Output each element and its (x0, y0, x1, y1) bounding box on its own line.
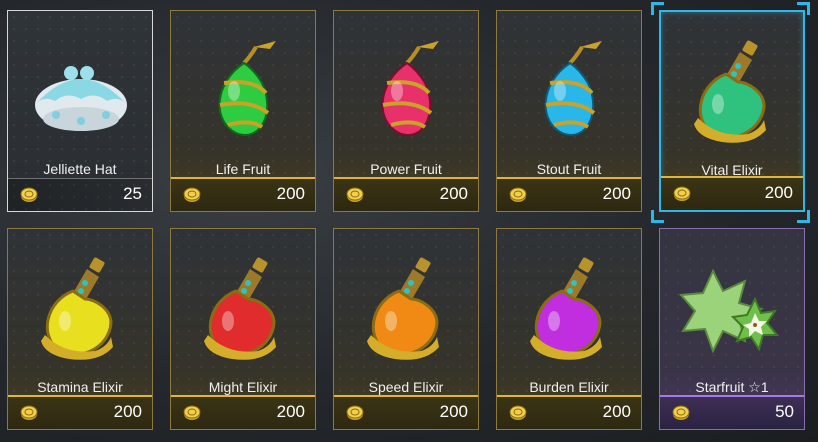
gold-coin-icon (346, 187, 364, 202)
item-price: 200 (276, 402, 305, 421)
gold-coin-icon (509, 405, 527, 420)
vital-elixir-icon (694, 40, 766, 143)
speed-elixir-icon (367, 257, 439, 360)
item-price-bar: 200 (171, 395, 315, 429)
item-name: Power Fruit (370, 161, 442, 177)
item-name: Life Fruit (215, 161, 271, 177)
item-price: 200 (764, 183, 793, 202)
gold-coin-icon (672, 405, 690, 420)
selection-corner-top-left (651, 2, 664, 15)
shop-item-card[interactable]: Starfruit ☆1 50 (659, 228, 805, 430)
shop-item-card[interactable]: Jelliette Hat 25 (7, 10, 153, 212)
item-price: 200 (113, 402, 142, 421)
life-fruit-icon (218, 41, 276, 136)
selection-corner-bottom-right (797, 210, 810, 223)
selection-corner-top-right (797, 2, 810, 15)
selection-corner-bottom-left (651, 210, 664, 223)
item-price-bar: 200 (497, 177, 641, 211)
starfruit-icon (678, 268, 780, 354)
power-fruit-icon (381, 41, 439, 136)
shop-item-card-selected[interactable]: Vital Elixir 200 (659, 10, 805, 212)
item-price-bar: 200 (334, 177, 478, 211)
item-name: Jelliette Hat (43, 161, 117, 177)
gold-coin-icon (20, 187, 38, 202)
shop-item-card[interactable]: Speed Elixir 200 (333, 228, 479, 430)
item-name: Speed Elixir (368, 379, 444, 395)
item-price: 200 (602, 402, 631, 421)
shop-item-card[interactable]: Burden Elixir 200 (496, 228, 642, 430)
item-name: Might Elixir (208, 379, 278, 395)
item-name: Starfruit ☆1 (695, 379, 769, 395)
item-price-bar: 50 (660, 395, 804, 429)
shop-item-card[interactable]: Stout Fruit 200 (496, 10, 642, 212)
shop-item-card[interactable]: Life Fruit 200 (170, 10, 316, 212)
gold-coin-icon (20, 405, 38, 420)
item-price-bar: 200 (8, 395, 152, 429)
item-price-bar: 200 (171, 177, 315, 211)
item-name: Burden Elixir (529, 379, 609, 395)
item-price: 200 (439, 184, 468, 203)
jelliette-hat-icon (35, 66, 127, 131)
item-price-bar: 200 (661, 176, 803, 210)
item-price: 200 (602, 184, 631, 203)
stamina-elixir-icon (41, 257, 113, 360)
item-name: Stamina Elixir (37, 379, 123, 395)
item-price-bar: 200 (497, 395, 641, 429)
gold-coin-icon (183, 405, 201, 420)
shop-item-card[interactable]: Power Fruit 200 (333, 10, 479, 212)
item-price: 50 (775, 402, 794, 421)
item-price: 200 (276, 184, 305, 203)
gold-coin-icon (183, 187, 201, 202)
burden-elixir-icon (530, 257, 602, 360)
item-name: Stout Fruit (536, 161, 602, 177)
shop-item-grid: Jelliette Hat 25 Life Fruit 200 Power Fr… (0, 0, 818, 442)
shop-item-card[interactable]: Stamina Elixir 200 (7, 228, 153, 430)
gold-coin-icon (509, 187, 527, 202)
gold-coin-icon (346, 405, 364, 420)
item-price-bar: 200 (334, 395, 478, 429)
item-price-bar: 25 (8, 178, 152, 211)
stout-fruit-icon (544, 41, 602, 136)
shop-item-card[interactable]: Might Elixir 200 (170, 228, 316, 430)
item-price: 25 (123, 184, 142, 203)
might-elixir-icon (204, 257, 276, 360)
gold-coin-icon (673, 186, 691, 201)
item-price: 200 (439, 402, 468, 421)
